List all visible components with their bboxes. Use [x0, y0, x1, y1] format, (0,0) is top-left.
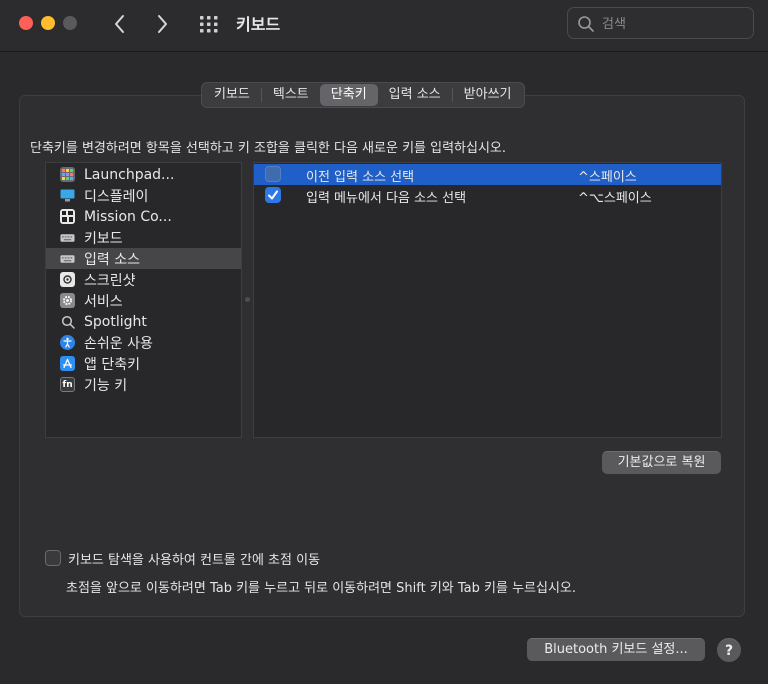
- input-source-icon: [60, 251, 75, 266]
- shortcut-key[interactable]: ^스페이스: [578, 166, 637, 185]
- category-label: 앱 단축키: [84, 356, 140, 373]
- bluetooth-keyboard-setup-button[interactable]: Bluetooth 키보드 설정...: [527, 638, 705, 661]
- title-bar: 키보드: [0, 0, 768, 52]
- keyboard-navigation-checkbox[interactable]: [45, 550, 61, 566]
- category-label: 손쉬운 사용: [84, 335, 153, 352]
- zoom-window-button[interactable]: [63, 16, 77, 30]
- shortcut-checkbox[interactable]: [265, 166, 281, 182]
- shortcut-label: 이전 입력 소스 선택: [306, 170, 415, 185]
- tab-dictation[interactable]: 받아쓰기: [453, 84, 523, 106]
- search-field[interactable]: [567, 7, 754, 39]
- tab-bar: 키보드 텍스트 단축키 입력 소스 받아쓰기: [201, 82, 525, 108]
- show-all-preferences-button[interactable]: [198, 14, 220, 34]
- category-item-app-shortcuts[interactable]: 앱 단축키: [46, 353, 241, 374]
- window-title: 키보드: [236, 15, 281, 34]
- category-item-display[interactable]: 디스플레이: [46, 185, 241, 206]
- shortcut-key[interactable]: ^⌥스페이스: [578, 187, 652, 206]
- category-label: 입력 소스: [84, 251, 140, 268]
- keyboard-icon: [60, 230, 75, 245]
- search-icon: [578, 16, 594, 32]
- spotlight-search-icon: [60, 314, 75, 329]
- tab-text[interactable]: 텍스트: [262, 84, 320, 106]
- screenshot-icon: [60, 272, 75, 287]
- close-window-button[interactable]: [19, 16, 33, 30]
- split-view-handle[interactable]: [245, 297, 250, 302]
- launchpad-icon: [60, 167, 75, 182]
- shortcut-checkbox[interactable]: [265, 187, 281, 203]
- help-button[interactable]: ?: [717, 638, 741, 662]
- category-item-accessibility[interactable]: 손쉬운 사용: [46, 332, 241, 353]
- restore-defaults-button[interactable]: 기본값으로 복원: [602, 451, 721, 474]
- search-input[interactable]: [602, 14, 742, 34]
- tab-shortcuts[interactable]: 단축키: [319, 84, 378, 106]
- category-item-services[interactable]: 서비스: [46, 290, 241, 311]
- category-label: Launchpad...: [84, 166, 175, 183]
- tab-keyboard[interactable]: 키보드: [203, 84, 261, 106]
- keyboard-navigation-label: 키보드 탐색을 사용하여 컨트롤 간에 초점 이동: [68, 553, 321, 568]
- category-label: 서비스: [84, 293, 123, 310]
- display-icon: [60, 188, 75, 203]
- tab-input-sources[interactable]: 입력 소스: [378, 84, 452, 106]
- fn-key-icon: fn: [60, 377, 75, 392]
- category-item-launchpad[interactable]: Launchpad...: [46, 164, 241, 185]
- shortcut-list[interactable]: 이전 입력 소스 선택 ^스페이스 입력 메뉴에서 다음 소스 선택 ^⌥스페이…: [253, 162, 722, 438]
- services-gear-icon: [60, 293, 75, 308]
- category-label: Mission Co...: [84, 208, 172, 225]
- shortcut-label: 입력 메뉴에서 다음 소스 선택: [306, 191, 467, 206]
- chevron-left-icon: [115, 15, 124, 33]
- category-label: Spotlight: [84, 313, 147, 330]
- back-button[interactable]: [108, 10, 132, 38]
- shortcut-row[interactable]: 입력 메뉴에서 다음 소스 선택 ^⌥스페이스: [254, 185, 721, 206]
- category-item-mission-control[interactable]: Mission Co...: [46, 206, 241, 227]
- minimize-window-button[interactable]: [41, 16, 55, 30]
- keyboard-navigation-help-text: 초점을 앞으로 이동하려면 Tab 키를 누르고 뒤로 이동하려면 Shift …: [66, 581, 577, 596]
- category-label: 기능 키: [84, 377, 128, 394]
- checkmark-icon: [268, 190, 278, 200]
- app-store-icon: [60, 356, 75, 371]
- category-label: 키보드: [84, 230, 123, 247]
- category-label: 스크린샷: [84, 272, 136, 289]
- mission-control-icon: [60, 209, 75, 224]
- accessibility-icon: [60, 335, 75, 350]
- category-label: 디스플레이: [84, 188, 149, 205]
- grid-icon: [200, 16, 218, 33]
- chevron-right-icon: [158, 15, 167, 33]
- shortcut-row[interactable]: 이전 입력 소스 선택 ^스페이스: [254, 164, 721, 185]
- category-item-input-sources[interactable]: 입력 소스: [46, 248, 241, 269]
- category-item-screenshots[interactable]: 스크린샷: [46, 269, 241, 290]
- category-item-spotlight[interactable]: Spotlight: [46, 311, 241, 332]
- instruction-text: 단축키를 변경하려면 항목을 선택하고 키 조합을 클릭한 다음 새로운 키를 …: [30, 141, 507, 156]
- category-item-function-keys[interactable]: fn 기능 키: [46, 374, 241, 395]
- category-item-keyboard[interactable]: 키보드: [46, 227, 241, 248]
- forward-button[interactable]: [150, 10, 174, 38]
- shortcut-category-list[interactable]: Launchpad... 디스플레이 Mission Co... 키보드 입력 …: [45, 162, 242, 438]
